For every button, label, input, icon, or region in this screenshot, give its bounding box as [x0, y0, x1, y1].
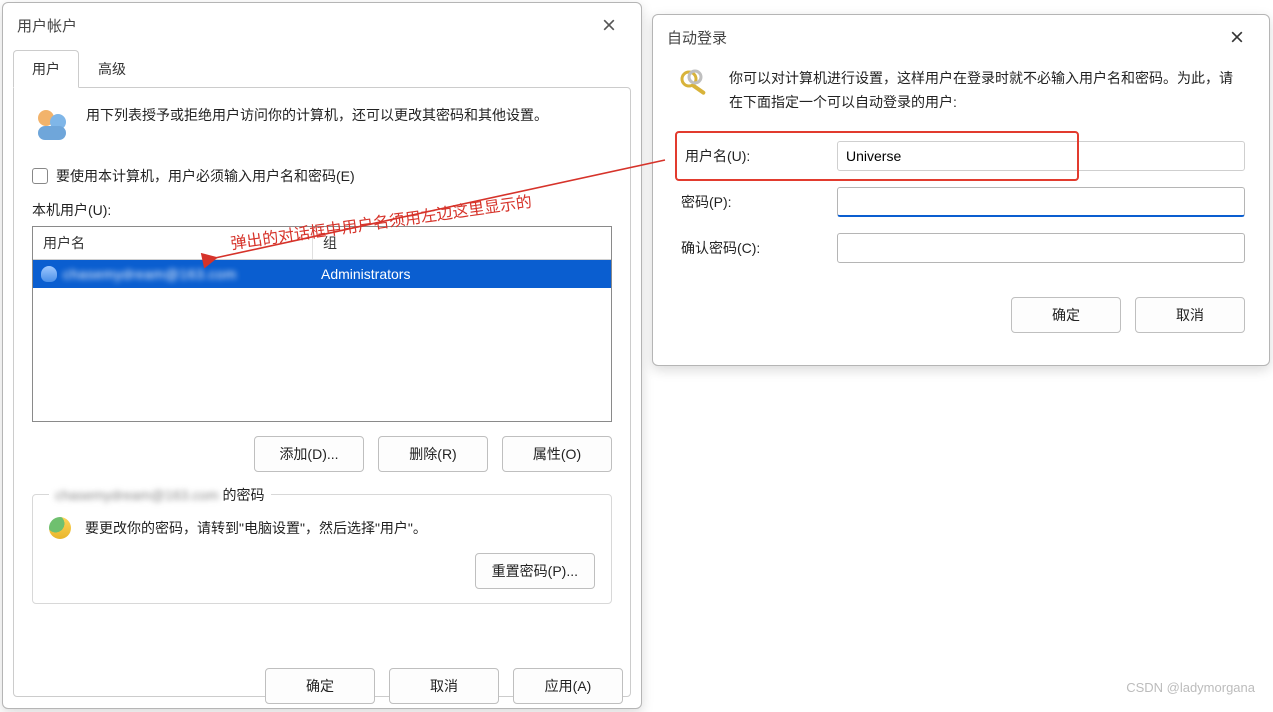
cancel-button[interactable]: 取消	[389, 668, 499, 704]
column-group[interactable]: 组	[313, 227, 611, 259]
remove-button[interactable]: 删除(R)	[378, 436, 488, 472]
dialog-intro-row: 你可以对计算机进行设置，这样用户在登录时就不必输入用户名和密码。为此，请在下面指…	[677, 67, 1245, 115]
cell-group: Administrators	[313, 266, 611, 282]
close-icon[interactable]	[591, 11, 627, 39]
user-action-buttons: 添加(D)... 删除(R) 属性(O)	[32, 436, 612, 472]
password-input[interactable]	[837, 187, 1245, 217]
ok-button[interactable]: 确定	[265, 668, 375, 704]
password-label: 密码(P):	[677, 192, 837, 212]
local-users-label: 本机用户(U):	[32, 200, 612, 220]
reset-password-button[interactable]: 重置密码(P)...	[475, 553, 595, 589]
watermark: CSDN @ladymorgana	[1126, 680, 1255, 695]
tab-panel-users: 用下列表授予或拒绝用户访问你的计算机，还可以更改其密码和其他设置。 要使用本计算…	[13, 87, 631, 697]
username-input[interactable]	[837, 141, 1245, 171]
user-icon	[41, 266, 57, 282]
password-hint-text: 要更改你的密码，请转到"电脑设置"，然后选择"用户"。	[85, 518, 427, 538]
intro-row: 用下列表授予或拒绝用户访问你的计算机，还可以更改其密码和其他设置。	[32, 104, 612, 144]
apply-button[interactable]: 应用(A)	[513, 668, 623, 704]
users-listbox[interactable]: 用户名 组 chasemydream@163.com Administrator…	[32, 226, 612, 422]
properties-button[interactable]: 属性(O)	[502, 436, 612, 472]
tabstrip: 用户 高级	[13, 49, 641, 87]
username-label: 用户名(U):	[681, 146, 841, 166]
tab-users[interactable]: 用户	[13, 50, 79, 88]
cell-username: chasemydream@163.com	[33, 266, 313, 282]
add-button[interactable]: 添加(D)...	[254, 436, 364, 472]
legend-suffix: 的密码	[219, 487, 265, 503]
password-row: 密码(P):	[677, 179, 1245, 225]
password-hint-row: 要更改你的密码，请转到"电脑设置"，然后选择"用户"。	[49, 517, 595, 539]
ok-button[interactable]: 确定	[1011, 297, 1121, 333]
require-login-label: 要使用本计算机，用户必须输入用户名和密码(E)	[56, 166, 355, 186]
list-row-selected[interactable]: chasemydream@163.com Administrators	[33, 260, 611, 288]
dialog-buttons: 确定 取消	[677, 297, 1245, 333]
confirm-password-input[interactable]	[837, 233, 1245, 263]
user-group-icon	[32, 104, 72, 144]
password-group-legend: chasemydream@163.com 的密码	[49, 485, 271, 505]
close-icon[interactable]	[1219, 23, 1255, 51]
titlebar: 用户帐户	[3, 3, 641, 41]
keys-icon	[677, 67, 713, 103]
column-username[interactable]: 用户名	[33, 227, 313, 259]
titlebar: 自动登录	[653, 15, 1269, 53]
confirm-password-row: 确认密码(C):	[677, 225, 1245, 271]
legend-user-blurred: chasemydream@163.com	[55, 487, 219, 503]
confirm-password-label: 确认密码(C):	[677, 238, 837, 258]
list-header: 用户名 组	[33, 227, 611, 260]
user-accounts-window: 用户帐户 用户 高级 用下列表授予或拒绝用户访问你的计算机，还可以更改其密码和其…	[2, 2, 642, 709]
username-blurred: chasemydream@163.com	[63, 266, 237, 282]
checkbox-icon[interactable]	[32, 168, 48, 184]
auto-login-dialog: 自动登录 你可以对计算机进行设置，这样用户在登录时就不必输入用户名和密码。为此，…	[652, 14, 1270, 366]
cancel-button[interactable]: 取消	[1135, 297, 1245, 333]
window-title: 用户帐户	[17, 15, 77, 36]
require-login-row[interactable]: 要使用本计算机，用户必须输入用户名和密码(E)	[32, 166, 612, 186]
dialog-title: 自动登录	[667, 27, 727, 48]
key-user-icon	[49, 517, 71, 539]
dialog-footer: 确定 取消 应用(A)	[3, 668, 641, 708]
dialog-intro-text: 你可以对计算机进行设置，这样用户在登录时就不必输入用户名和密码。为此，请在下面指…	[729, 67, 1245, 115]
password-group: chasemydream@163.com 的密码 要更改你的密码，请转到"电脑设…	[32, 494, 612, 604]
tab-advanced[interactable]: 高级	[79, 50, 145, 88]
dialog-body: 你可以对计算机进行设置，这样用户在登录时就不必输入用户名和密码。为此，请在下面指…	[653, 53, 1269, 351]
intro-text: 用下列表授予或拒绝用户访问你的计算机，还可以更改其密码和其他设置。	[86, 104, 612, 126]
